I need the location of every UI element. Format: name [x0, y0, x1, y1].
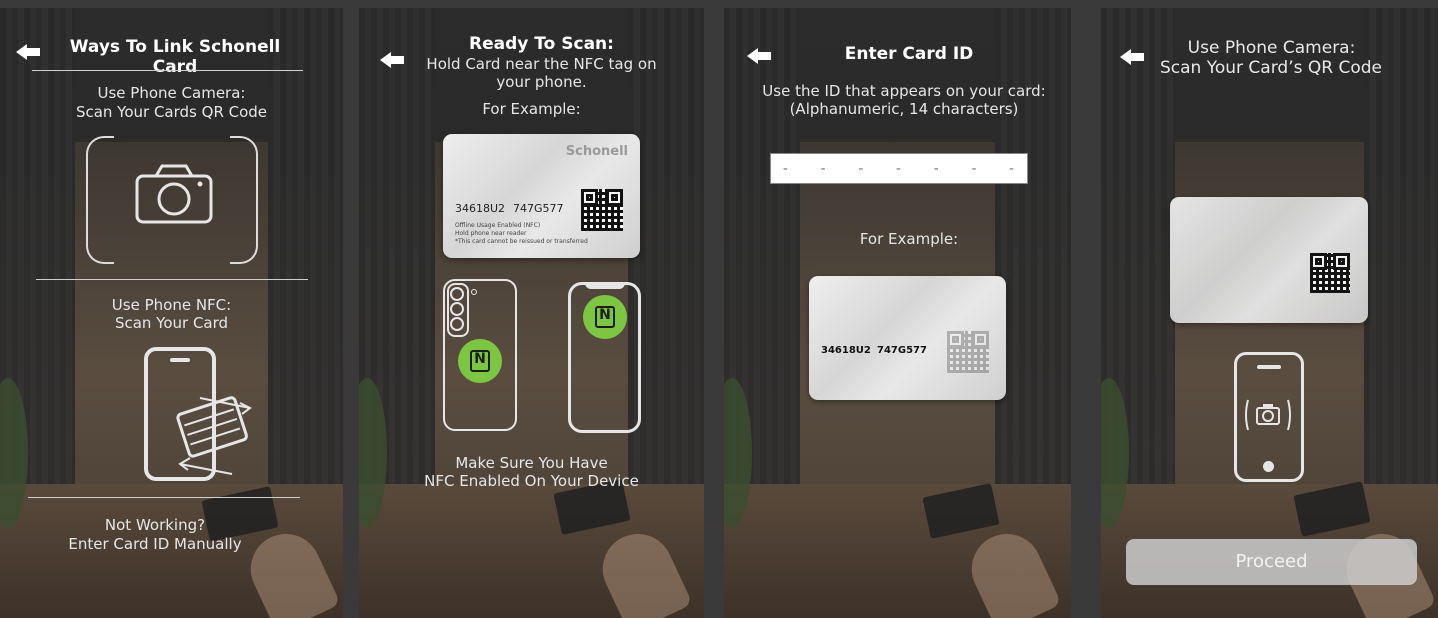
example-label: For Example: — [482, 100, 581, 118]
nfc-icon — [583, 295, 627, 339]
qr-code-icon — [947, 331, 989, 373]
example-card — [1170, 197, 1368, 323]
divider — [36, 279, 308, 280]
card-id-part1: 34618U2 — [821, 345, 871, 356]
card-id-part1: 34618U2 — [455, 202, 506, 215]
divider — [32, 70, 303, 71]
instruction-line2: (Alphanumeric, 14 characters) — [789, 100, 1019, 118]
panel-ways-to-link: Ways To Link Schonell Card Use Phone Cam… — [0, 8, 343, 618]
card-brand: Schonell — [565, 144, 628, 159]
card-id-part2: 747G577 — [513, 202, 564, 215]
subtitle-line1: Hold Card near the NFC tag on — [426, 55, 657, 73]
card-id-input[interactable] — [770, 153, 1028, 184]
camera-icon — [135, 164, 213, 224]
camera-icon — [1245, 399, 1291, 431]
page-title-line2: Scan Your Card’s QR Code — [1160, 58, 1382, 78]
divider — [28, 497, 300, 498]
manual-entry-link[interactable]: Enter Card ID Manually — [30, 535, 280, 554]
manual-entry-line1: Not Working? — [104, 516, 206, 534]
qr-code-icon — [1310, 253, 1350, 293]
proceed-button[interactable]: Proceed — [1126, 539, 1417, 585]
nfc-icon — [458, 339, 502, 383]
footer-line2: NFC Enabled On Your Device — [424, 472, 639, 490]
back-arrow-icon[interactable] — [16, 44, 42, 60]
page-title: Ways To Link Schonell Card — [69, 37, 281, 77]
back-arrow-icon[interactable] — [380, 52, 406, 68]
qr-code-icon — [581, 189, 623, 231]
card-fine-print1: Offline Usage Enabled (NFC) — [455, 222, 541, 229]
example-label: For Example: — [859, 230, 959, 248]
page-title-line1: Use Phone Camera: — [1187, 38, 1356, 58]
camera-option-button[interactable] — [86, 136, 258, 264]
nfc-option-button[interactable] — [140, 346, 260, 486]
example-card: Schonell 34618U2 747G577 Offline Usage E… — [443, 134, 640, 258]
card-id-part2: 747G577 — [877, 345, 927, 356]
panel-scan-qr: Use Phone Camera: Scan Your Card’s QR Co… — [1101, 8, 1438, 618]
back-arrow-icon[interactable] — [747, 48, 773, 64]
phone-icon — [1234, 352, 1304, 482]
footer-line1: Make Sure You Have — [455, 454, 608, 472]
panel-ready-to-scan: Ready To Scan: Hold Card near the NFC ta… — [359, 8, 704, 618]
camera-option-line1: Use Phone Camera: — [97, 84, 246, 102]
panel-enter-card-id: Enter Card ID Use the ID that appears on… — [724, 8, 1071, 618]
page-title: Enter Card ID — [844, 44, 974, 64]
card-fine-print3: *This card cannot be reissued or transfe… — [455, 238, 588, 245]
camera-option-line2: Scan Your Cards QR Code — [75, 103, 268, 121]
nfc-option-line2: Scan Your Card — [114, 314, 229, 332]
subtitle-line2: your phone. — [496, 73, 587, 91]
card-fine-print2: Hold phone near reader — [455, 230, 527, 237]
phone-icon — [144, 347, 252, 481]
instruction-line1: Use the ID that appears on your card: — [762, 82, 1046, 100]
screens-canvas: Ways To Link Schonell Card Use Phone Cam… — [0, 0, 1438, 618]
nfc-option-line1: Use Phone NFC: — [111, 296, 232, 314]
example-card: 34618U2 747G577 — [809, 276, 1006, 400]
page-title: Ready To Scan: — [469, 34, 614, 54]
